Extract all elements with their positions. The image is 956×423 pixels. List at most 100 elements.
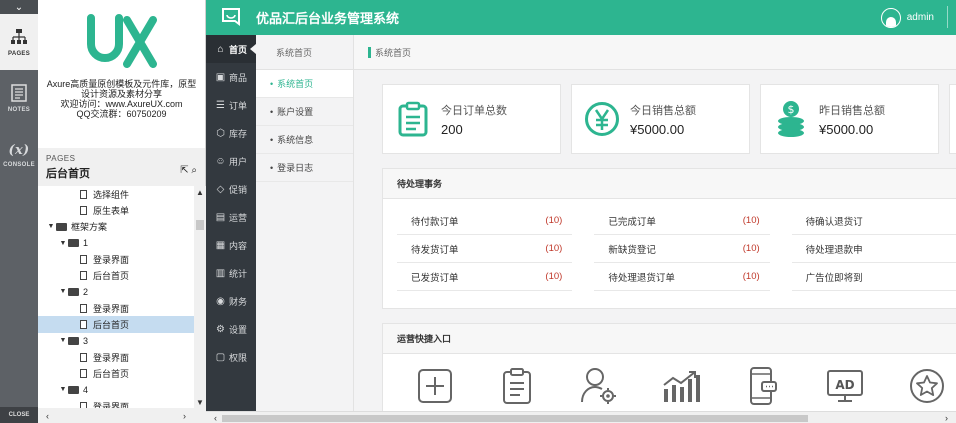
tree-item-label: 后台首页 bbox=[93, 271, 130, 282]
search-page-icon[interactable]: ⌕ bbox=[191, 165, 197, 176]
mobile-chat-icon[interactable] bbox=[735, 364, 791, 408]
nav-icon: ◇ bbox=[216, 183, 225, 195]
pending-item[interactable]: 待处理退款申 bbox=[791, 235, 956, 263]
nav-item[interactable]: ☰ 订单 bbox=[206, 91, 256, 119]
tree-item[interactable]: 选择组件 bbox=[38, 186, 194, 202]
nav-label: 促销 bbox=[229, 184, 248, 195]
pending-item[interactable]: 已完成订单 (10) bbox=[594, 207, 770, 235]
scroll-right-icon[interactable]: › bbox=[183, 411, 186, 421]
tree-item[interactable]: 登录界面 bbox=[38, 398, 194, 408]
expand-toggle-icon[interactable]: ▼ bbox=[58, 240, 68, 247]
export-icon[interactable]: ⇱ bbox=[180, 165, 188, 176]
nav-item[interactable]: ◉ 财务 bbox=[206, 287, 256, 315]
nav-item[interactable]: ▣ 商品 bbox=[206, 63, 256, 91]
nav-item[interactable]: ▤ 运营 bbox=[206, 203, 256, 231]
subnav-item[interactable]: • 系统信息 bbox=[256, 126, 353, 154]
console-tab[interactable]: (x) CONSOLE bbox=[0, 126, 38, 182]
scroll-left-icon[interactable]: ‹ bbox=[214, 413, 217, 423]
pending-label: 待处理退款申 bbox=[805, 244, 863, 256]
username: admin bbox=[906, 12, 934, 23]
clipboard-icon[interactable] bbox=[489, 364, 545, 408]
tree-item[interactable]: ▼ 4 bbox=[38, 382, 194, 398]
folder-icon bbox=[68, 239, 79, 248]
tree-item[interactable]: 原生表单 bbox=[38, 202, 194, 218]
nav-label: 统计 bbox=[229, 268, 248, 279]
pending-item[interactable]: 已发货订单 (10) bbox=[397, 263, 573, 291]
user-menu[interactable]: admin bbox=[880, 7, 934, 28]
tree-item[interactable]: 登录界面 bbox=[38, 300, 194, 316]
subnav-label: 账户设置 bbox=[277, 107, 314, 117]
pages-tab[interactable]: PAGES bbox=[0, 14, 38, 70]
tree-item[interactable]: 后台首页 bbox=[38, 365, 194, 381]
scroll-left-icon[interactable]: ‹ bbox=[46, 411, 49, 421]
collapse-chevron-icon[interactable]: ⌄ bbox=[0, 0, 38, 14]
ad-icon[interactable]: AD bbox=[817, 364, 873, 408]
stat-value: ¥5000.00 bbox=[630, 121, 685, 137]
nav-icon: ⌂ bbox=[217, 43, 224, 55]
nav-item[interactable]: ☺ 用户 bbox=[206, 147, 256, 175]
subnav-header: 系统首页 bbox=[256, 35, 353, 70]
quick-title: 运营快捷入口 bbox=[383, 324, 956, 354]
page-icon bbox=[80, 368, 87, 378]
pending-item[interactable]: 新缺货登记 (10) bbox=[594, 235, 770, 263]
user-settings-icon[interactable] bbox=[571, 364, 627, 408]
close-button[interactable]: CLOSE bbox=[0, 407, 38, 423]
pending-item[interactable]: 待处理退货订单 (10) bbox=[594, 263, 770, 291]
folder-icon bbox=[68, 336, 79, 345]
subnav-label: 登录日志 bbox=[277, 163, 314, 173]
expand-toggle-icon[interactable]: ▼ bbox=[58, 288, 68, 295]
scroll-thumb[interactable] bbox=[222, 415, 808, 422]
subnav-item[interactable]: • 登录日志 bbox=[256, 154, 353, 182]
scroll-down-icon[interactable]: ▼ bbox=[194, 396, 206, 408]
tree-item-label: 后台首页 bbox=[93, 320, 130, 331]
app-hscrollbar[interactable]: ‹ › bbox=[206, 411, 956, 423]
notes-tab[interactable]: NOTES bbox=[0, 70, 38, 126]
pending-item[interactable]: 广告位即将到 bbox=[791, 263, 956, 291]
nav-item[interactable]: ▦ 内容 bbox=[206, 231, 256, 259]
expand-toggle-icon[interactable]: ▼ bbox=[46, 223, 56, 230]
tree-item-label: 选择组件 bbox=[93, 189, 130, 200]
tree-item[interactable]: ▼ 框架方案 bbox=[38, 219, 194, 235]
info-line: QQ交流群：60750209 bbox=[76, 109, 167, 119]
console-icon: (x) bbox=[8, 143, 30, 158]
nav-item[interactable]: ⌂ 首页 bbox=[206, 35, 256, 63]
nav-item[interactable]: ▥ 统计 bbox=[206, 259, 256, 287]
sitemap-icon bbox=[10, 28, 28, 51]
avatar bbox=[880, 7, 901, 28]
tree-item[interactable]: ▼ 1 bbox=[38, 235, 194, 251]
scroll-right-icon[interactable]: › bbox=[945, 413, 948, 423]
subnav-item[interactable]: • 系统首页 bbox=[256, 70, 353, 98]
tree-item[interactable]: 登录界面 bbox=[38, 349, 194, 365]
tree-item[interactable]: 后台首页 bbox=[38, 316, 194, 333]
chart-growth-icon[interactable] bbox=[653, 364, 709, 408]
nav-icon: ⚙ bbox=[216, 323, 225, 335]
stat-label: 今日销售总额 bbox=[630, 104, 696, 117]
nav-item[interactable]: ⬡ 库存 bbox=[206, 119, 256, 147]
nav-label: 财务 bbox=[229, 296, 248, 307]
expand-toggle-icon[interactable]: ▼ bbox=[58, 386, 68, 393]
add-icon[interactable] bbox=[407, 364, 463, 408]
tree-item[interactable]: ▼ 2 bbox=[38, 284, 194, 300]
nav-icon: ◉ bbox=[216, 295, 225, 307]
bullet-icon: • bbox=[270, 162, 274, 173]
scroll-thumb[interactable] bbox=[196, 220, 204, 230]
tree-item[interactable]: 登录界面 bbox=[38, 251, 194, 267]
tree-scrollbar[interactable]: ▲ ▼ bbox=[194, 186, 206, 408]
subnav-item[interactable]: • 账户设置 bbox=[256, 98, 353, 126]
tree-item[interactable]: 后台首页 bbox=[38, 267, 194, 283]
nav-item[interactable]: ▢ 权限 bbox=[206, 343, 256, 371]
scroll-up-icon[interactable]: ▲ bbox=[194, 186, 206, 198]
nav-item[interactable]: ◇ 促销 bbox=[206, 175, 256, 203]
pending-item[interactable]: 待付款订单 (10) bbox=[397, 207, 573, 235]
nav-item[interactable]: ⚙ 设置 bbox=[206, 315, 256, 343]
tree-item[interactable]: ▼ 3 bbox=[38, 333, 194, 349]
pending-item[interactable]: 待确认退货订 bbox=[791, 207, 956, 235]
expand-toggle-icon[interactable]: ▼ bbox=[58, 337, 68, 344]
star-icon[interactable] bbox=[899, 364, 955, 408]
nav-label: 权限 bbox=[229, 352, 248, 363]
breadcrumb-marker bbox=[368, 46, 371, 58]
panel-hscrollbar[interactable]: ‹ › bbox=[38, 408, 206, 423]
pending-item[interactable]: 待发货订单 (10) bbox=[397, 235, 573, 263]
page-icon bbox=[80, 189, 87, 199]
notes-icon bbox=[11, 83, 27, 107]
